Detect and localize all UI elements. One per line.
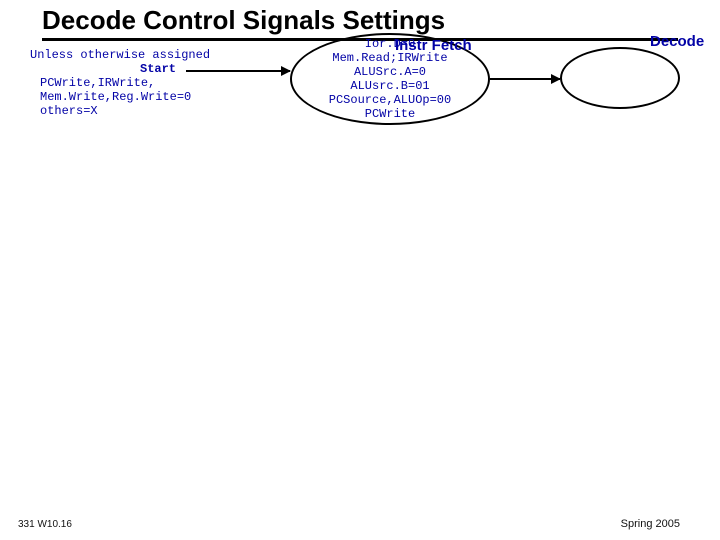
- state-instr-fetch-signals: Ior.D=0 Mem.Read;IRWrite ALUSrc.A=0 ALUs…: [300, 37, 480, 121]
- page-title: Decode Control Signals Settings: [42, 5, 678, 36]
- footer-left: 331 W10.16: [18, 519, 72, 530]
- arrow-fetch-to-decode: [490, 78, 560, 80]
- start-label: Start: [140, 62, 176, 76]
- state-decode: [560, 47, 680, 109]
- footer-right: Spring 2005: [621, 518, 680, 530]
- defaults-heading: Unless otherwise assigned: [30, 48, 210, 62]
- defaults-values: PCWrite,IRWrite, Mem.Write,Reg.Write=0 o…: [40, 76, 191, 118]
- arrow-start-to-fetch: [186, 70, 290, 72]
- state-decode-label: Decode: [650, 33, 704, 50]
- slide: Decode Control Signals Settings Unless o…: [0, 0, 720, 540]
